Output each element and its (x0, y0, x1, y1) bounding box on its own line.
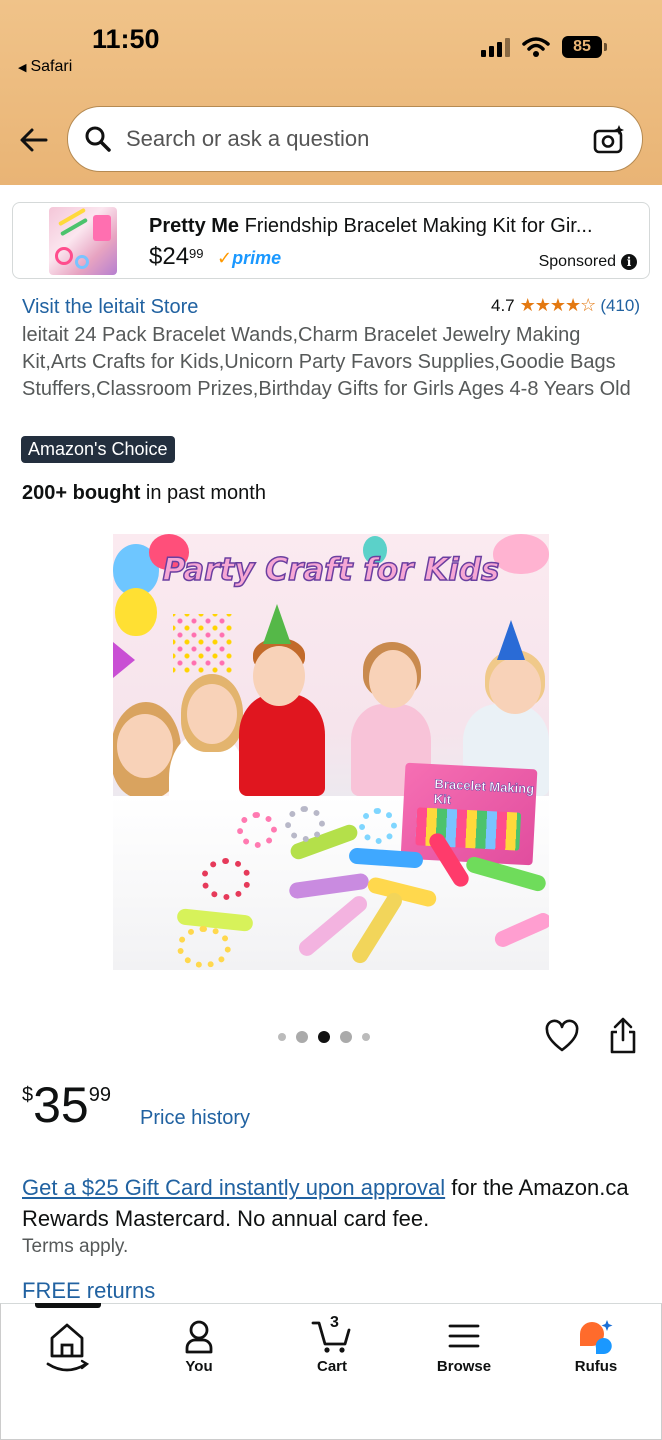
kit-box-label: Bracelet Making Kit (433, 776, 535, 808)
wifi-icon (522, 37, 550, 57)
share-icon[interactable] (606, 1017, 640, 1055)
search-icon (85, 126, 111, 152)
nav-you[interactable]: You (144, 1318, 254, 1375)
bracelet (201, 858, 251, 900)
price-fraction: 99 (88, 1084, 111, 1106)
bracelet (285, 806, 325, 842)
rating-count[interactable]: (410) (600, 296, 640, 316)
rating-value: 4.7 (490, 295, 515, 315)
prime-label: prime (232, 248, 282, 268)
status-icons: 85 (481, 36, 607, 58)
sponsored-ad-banner[interactable]: Pretty Me Friendship Bracelet Making Kit… (12, 202, 650, 279)
nav-browse-label: Browse (436, 1358, 492, 1375)
bottom-nav-bar: You 3 Cart Browse Rufus (0, 1303, 662, 1440)
bracelet (359, 808, 397, 844)
product-image[interactable]: Party Craft for Kids Bracelet Making Kit (113, 534, 549, 970)
person-icon (185, 1320, 213, 1354)
sponsored-label[interactable]: Sponsored i (539, 253, 637, 271)
bracelet (237, 812, 277, 848)
nav-cart-label: Cart (316, 1358, 347, 1375)
gift-card-promo-link[interactable]: Get a $25 Gift Card instantly upon appro… (22, 1175, 445, 1200)
heart-icon[interactable] (544, 1019, 580, 1055)
card-promo: Get a $25 Gift Card instantly upon appro… (22, 1172, 642, 1234)
price-whole: 35 (33, 1077, 89, 1133)
product-title: leitait 24 Pack Bracelet Wands,Charm Bra… (22, 324, 631, 400)
price-currency: $ (22, 1084, 34, 1106)
free-returns-link[interactable]: FREE returns (22, 1278, 155, 1304)
camera-search-icon[interactable] (592, 123, 626, 157)
image-headline: Party Craft for Kids (162, 551, 500, 589)
menu-icon (448, 1324, 480, 1348)
search-bar[interactable]: Search or ask a question (67, 106, 643, 172)
sponsored-price-dollars: $24 (149, 243, 190, 270)
app-header: 11:50 ◀ Safari 85 Search or ask a questi… (0, 0, 662, 185)
price-history-link[interactable]: Price history (140, 1107, 250, 1130)
amazons-choice-badge: Amazon's Choice (21, 436, 175, 463)
carousel-dot[interactable] (296, 1031, 308, 1043)
confetti (173, 614, 233, 674)
carousel-dot-active[interactable] (318, 1031, 330, 1043)
home-icon (46, 1323, 90, 1372)
visit-store-link[interactable]: Visit the leitait Store (22, 296, 198, 319)
kit-box: Bracelet Making Kit (400, 762, 538, 866)
status-time: 11:50 (92, 24, 160, 54)
cellular-signal-icon (481, 37, 510, 57)
back-to-safari[interactable]: ◀ Safari (18, 58, 72, 76)
bought-rest: in past month (140, 482, 266, 504)
sponsored-text: Sponsored (538, 253, 616, 270)
battery-icon: 85 (562, 36, 607, 58)
bracelet (177, 926, 231, 968)
search-input[interactable]: Search or ask a question (126, 126, 369, 152)
sponsored-brand: Pretty Me (149, 215, 240, 237)
cart-count: 3 (330, 1314, 339, 1331)
star-rating-icon: ★★★★☆ (519, 295, 597, 315)
sponsored-price: $24 99 (149, 243, 204, 271)
back-app-label: Safari (30, 58, 73, 75)
carousel-dot[interactable] (278, 1033, 286, 1041)
nav-rufus[interactable]: Rufus (541, 1318, 651, 1375)
product-price: $ 35 99 (22, 1078, 111, 1132)
rufus-icon (580, 1320, 613, 1354)
back-arrow-icon[interactable] (18, 124, 50, 156)
bought-in-past-month: 200+ bought in past month (22, 482, 266, 505)
info-icon[interactable]: i (621, 254, 637, 270)
sponsored-title-rest: Friendship Bracelet Making Kit for Gir..… (239, 215, 593, 237)
terms-apply: Terms apply. (22, 1236, 129, 1257)
back-triangle-icon: ◀ (18, 61, 27, 74)
prime-badge: ✓prime (217, 248, 281, 269)
prime-check-icon: ✓ (217, 248, 233, 268)
sponsored-title[interactable]: Pretty Me Friendship Bracelet Making Kit… (149, 215, 637, 238)
balloon-yellow (115, 588, 157, 636)
active-tab-indicator (35, 1303, 101, 1308)
sponsored-product-image (49, 207, 117, 275)
product-rating[interactable]: 4.7 ★★★★☆ (410) (491, 295, 640, 316)
image-carousel-dots[interactable] (278, 1031, 370, 1043)
nav-cart[interactable]: 3 Cart (277, 1314, 387, 1375)
nav-browse[interactable]: Browse (409, 1318, 519, 1375)
nav-home[interactable] (12, 1318, 122, 1380)
bought-count: 200+ bought (22, 482, 141, 504)
nav-rufus-label: Rufus (574, 1358, 618, 1375)
sponsored-price-cents: 99 (189, 246, 204, 261)
carousel-dot[interactable] (340, 1031, 352, 1043)
nav-you-label: You (185, 1358, 213, 1375)
party-hat-left (113, 642, 135, 678)
carousel-dot[interactable] (362, 1033, 370, 1041)
